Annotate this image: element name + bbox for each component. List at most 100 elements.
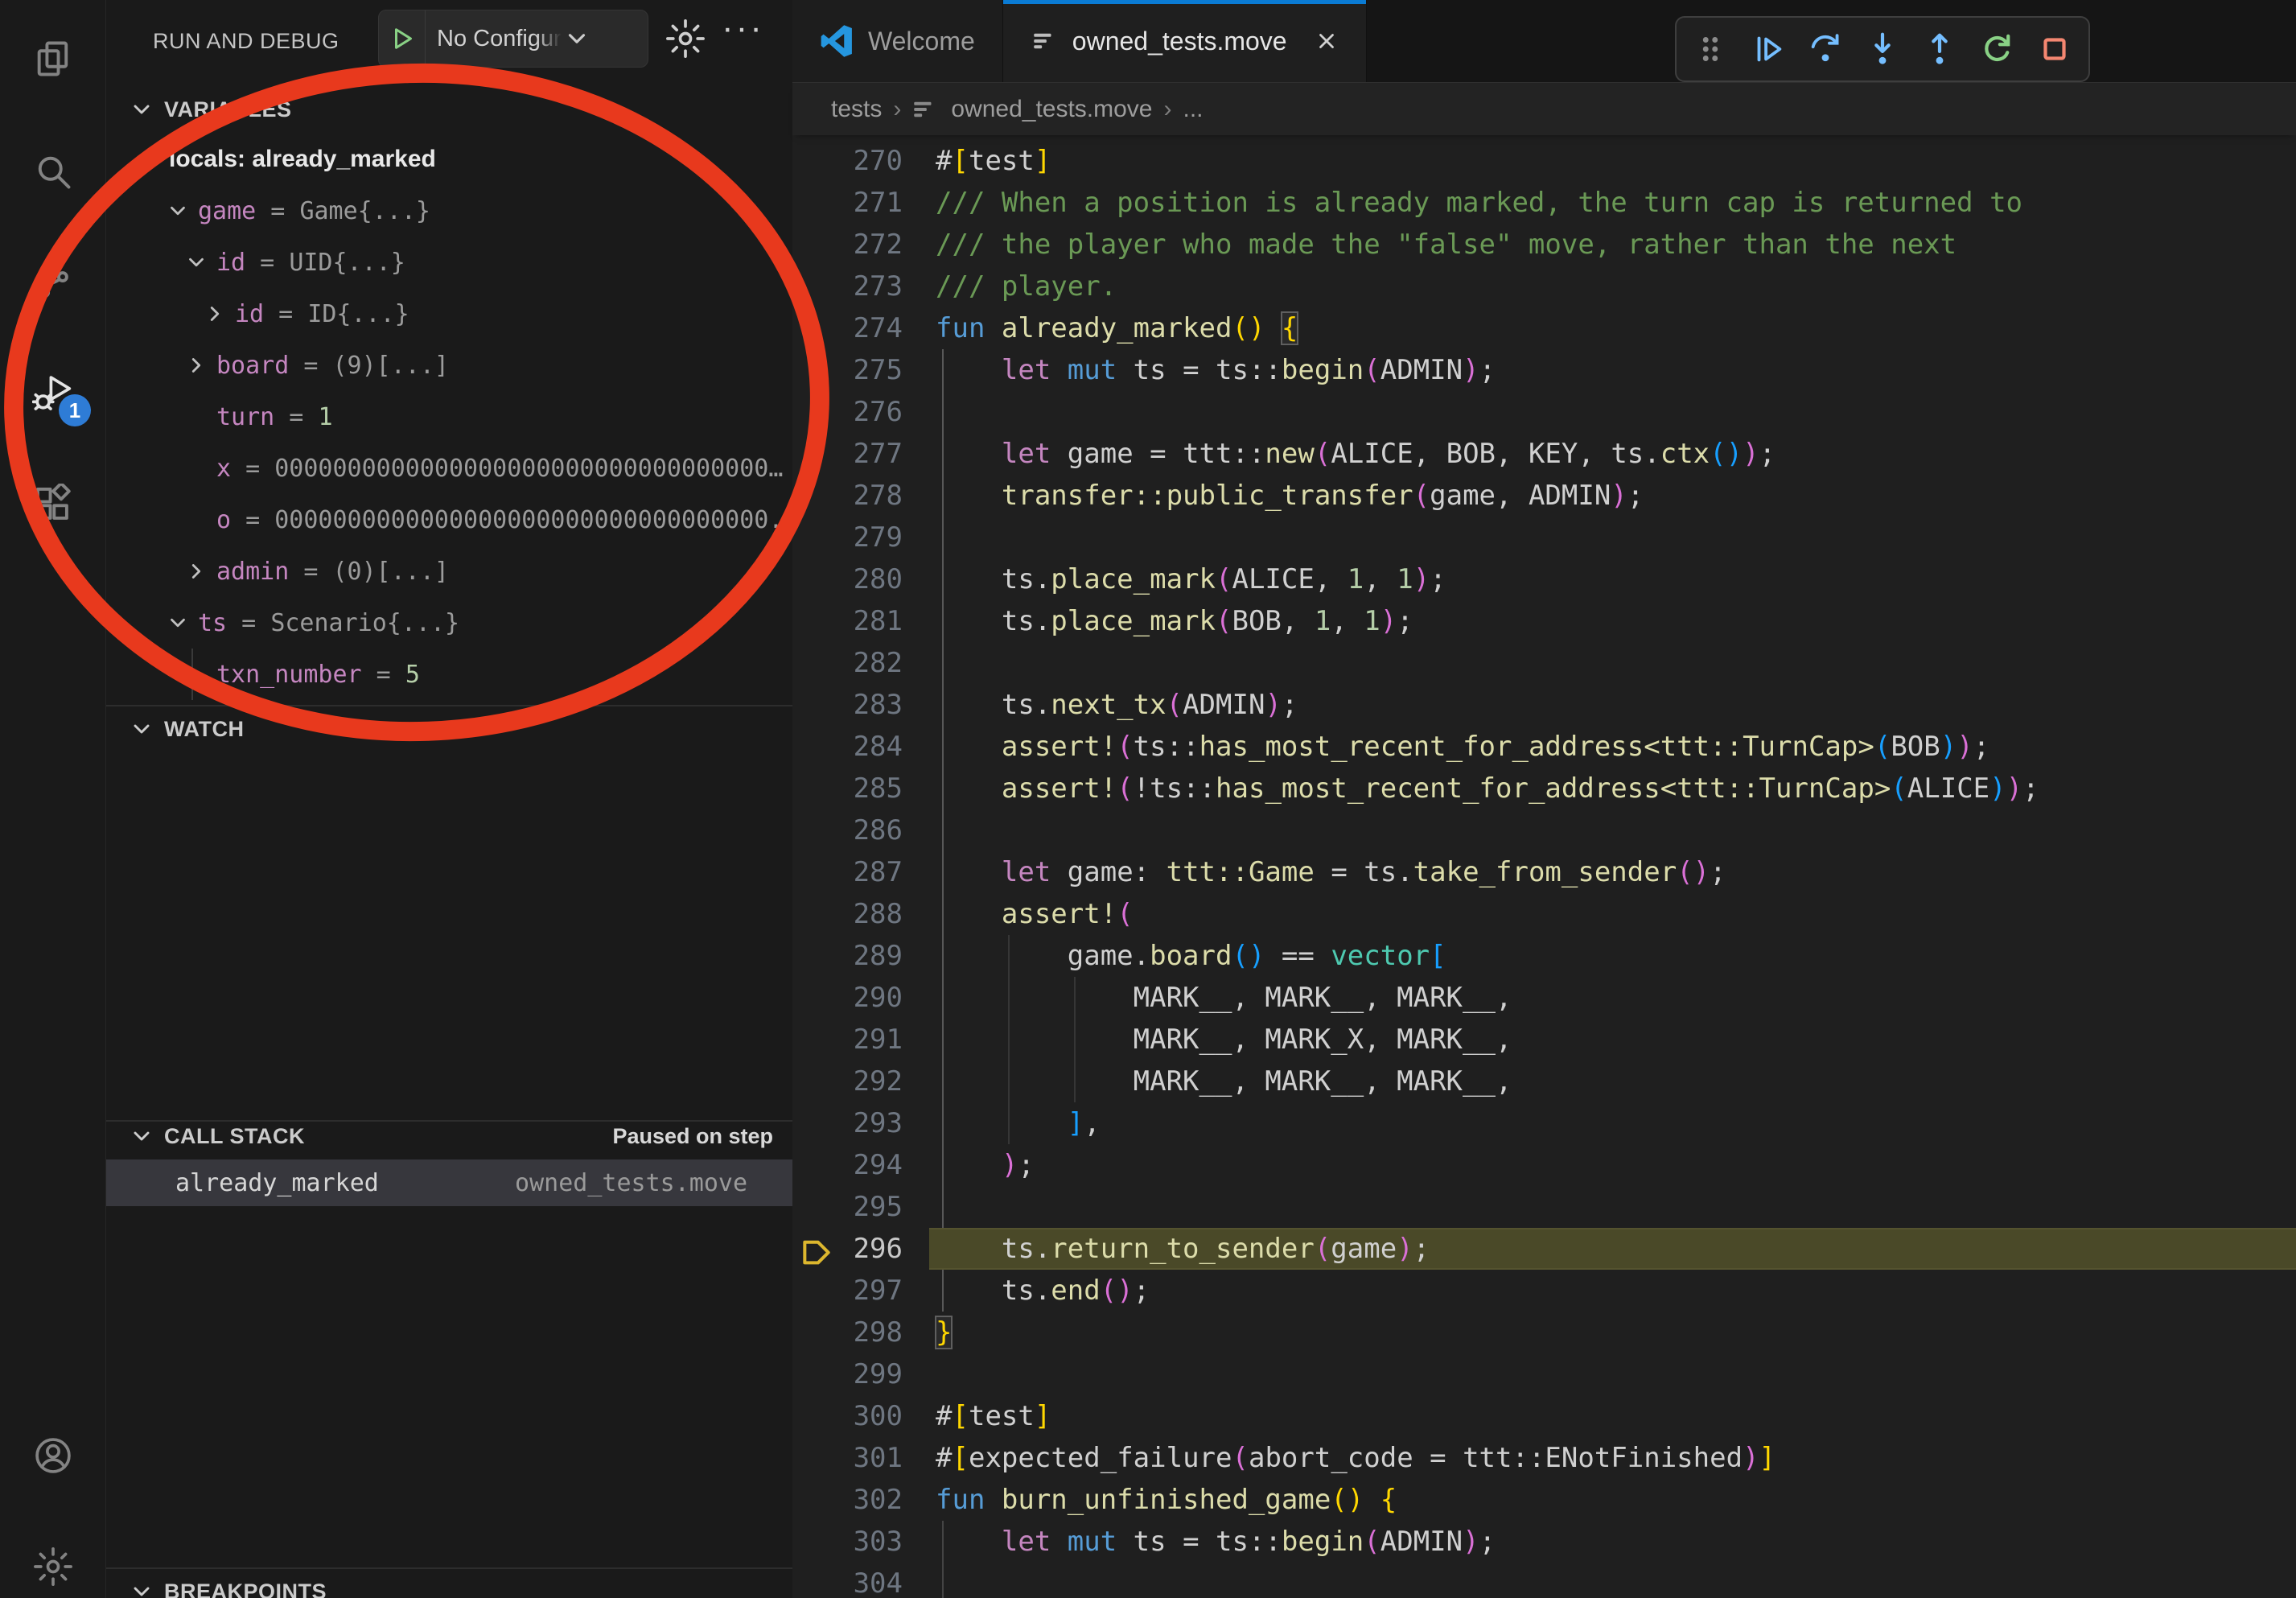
call-stack-frame-row[interactable]: already_marked owned_tests.move [106,1159,792,1206]
line-number-gutter[interactable]: 288 [792,893,903,935]
line-number-gutter[interactable]: 271 [792,182,903,224]
variables-section-header[interactable]: VARIABLES [106,87,792,132]
line-number-gutter[interactable]: 277 [792,433,903,475]
breadcrumb-item[interactable]: tests [831,96,882,123]
chevron-down-icon[interactable] [184,250,216,274]
tab-welcome[interactable]: Welcome [792,0,1003,82]
variable-value: Game{...} [299,197,430,225]
chevron-down-icon[interactable] [166,199,198,223]
line-number-gutter[interactable]: 281 [792,600,903,642]
breadcrumb-item[interactable]: ... [1183,96,1204,123]
line-number-gutter[interactable]: 292 [792,1061,903,1102]
code-line-text [929,391,2296,433]
watch-section-header[interactable]: WATCH [106,706,792,752]
line-number-gutter[interactable]: 289 [792,935,903,977]
chevron-down-icon[interactable] [166,611,198,635]
toolbar-drag-handle[interactable] [1687,26,1734,72]
line-number-gutter[interactable]: 295 [792,1186,903,1228]
line-number-gutter[interactable]: 286 [792,809,903,851]
code-line: 302fun burn_unfinished_game() { [792,1479,2296,1521]
line-number-gutter[interactable]: 275 [792,349,903,391]
breadcrumb-item[interactable]: owned_tests.move [951,96,1152,123]
line-number-gutter[interactable]: 278 [792,475,903,517]
line-number-gutter[interactable]: 272 [792,224,903,266]
debug-toolbar [1675,16,2090,82]
more-actions-button[interactable]: ··· [722,8,764,48]
chevron-down-icon[interactable] [137,147,169,171]
code-line: 288 assert!( [792,893,2296,935]
stop-icon [2036,31,2073,68]
line-number-gutter[interactable]: 284 [792,726,903,768]
tab-owned-tests-move[interactable]: owned_tests.move [1003,0,1367,82]
activity-item-search[interactable] [0,127,105,216]
line-number-gutter[interactable]: 287 [792,851,903,893]
chevron-right-icon[interactable] [184,353,216,377]
activity-item-account[interactable] [0,1411,105,1500]
variable-row[interactable]: game = Game{...} [106,185,792,237]
line-number-gutter[interactable]: 296 [792,1228,903,1270]
variable-row[interactable]: id = UID{...} [106,237,792,288]
activity-item-explorer[interactable] [0,14,105,103]
line-number-gutter[interactable]: 297 [792,1270,903,1312]
code-line: 278 transfer::public_transfer(game, ADMI… [792,475,2296,517]
line-number-gutter[interactable]: 279 [792,517,903,558]
activity-item-source-control[interactable] [0,238,105,327]
activity-item-run-and-debug[interactable]: 1 [0,349,105,438]
code-line: 289 game.board() == vector[ [792,935,2296,977]
grip-icon [1692,31,1729,68]
code-editor[interactable]: 270#[test]271/// When a position is alre… [792,135,2296,1598]
line-number-gutter[interactable]: 291 [792,1019,903,1061]
line-number-gutter[interactable]: 282 [792,642,903,684]
line-number-gutter[interactable]: 290 [792,977,903,1019]
code-line: 285 assert!(!ts::has_most_recent_for_add… [792,768,2296,809]
line-number-gutter[interactable]: 299 [792,1353,903,1395]
debug-settings-gear-button[interactable] [661,14,710,63]
line-number-gutter[interactable]: 280 [792,558,903,600]
variable-row[interactable]: txn_number = 5 [106,649,792,700]
code-line-text [929,1353,2296,1395]
variables-scope-row[interactable]: locals: already_marked [106,134,792,185]
variable-row[interactable]: ts = Scenario{...} [106,597,792,649]
variable-row[interactable]: board = (9)[...] [106,340,792,391]
variable-name: x [216,455,231,483]
variable-row[interactable]: x = 0000000000000000000000000000000000… [106,443,792,494]
stop-button[interactable] [2031,26,2078,72]
activity-item-extensions[interactable] [0,460,105,549]
line-number-gutter[interactable]: 276 [792,391,903,433]
chevron-right-icon[interactable] [203,302,235,326]
line-number-gutter[interactable]: 303 [792,1521,903,1563]
line-number-gutter[interactable]: 300 [792,1395,903,1437]
line-number-gutter[interactable]: 273 [792,266,903,307]
step-over-button[interactable] [1802,26,1849,72]
close-icon[interactable] [1315,29,1339,53]
variable-row[interactable]: o = 0000000000000000000000000000000000. [106,494,792,546]
code-line: 304 [792,1563,2296,1598]
call-stack-section-header[interactable]: CALL STACK Paused on step [106,1114,792,1159]
activity-item-settings[interactable] [0,1522,105,1598]
chevron-down-icon [129,1579,154,1598]
debug-config-dropdown[interactable]: No Configur [378,10,648,68]
line-number-gutter[interactable]: 298 [792,1312,903,1353]
step-out-button[interactable] [1916,26,1963,72]
breakpoints-section-header[interactable]: BREAKPOINTS [106,1569,792,1598]
code-line-text: ); [929,1144,2296,1186]
watch-label: WATCH [164,717,244,742]
variable-row[interactable]: id = ID{...} [106,288,792,340]
line-number-gutter[interactable]: 285 [792,768,903,809]
continue-button[interactable] [1745,26,1792,72]
line-number-gutter[interactable]: 294 [792,1144,903,1186]
start-debug-button[interactable] [379,10,426,67]
line-number-gutter[interactable]: 302 [792,1479,903,1521]
step-into-button[interactable] [1859,26,1906,72]
variable-row[interactable]: admin = (0)[...] [106,546,792,597]
chevron-right-icon[interactable] [184,559,216,583]
line-number-gutter[interactable]: 270 [792,140,903,182]
line-number-gutter[interactable]: 293 [792,1102,903,1144]
line-number-gutter[interactable]: 304 [792,1563,903,1598]
line-number-gutter[interactable]: 283 [792,684,903,726]
line-number-gutter[interactable]: 274 [792,307,903,349]
line-number-gutter[interactable]: 301 [792,1437,903,1479]
restart-button[interactable] [1974,26,2021,72]
chevron-down-icon [129,716,154,742]
variable-row[interactable]: turn = 1 [106,391,792,443]
